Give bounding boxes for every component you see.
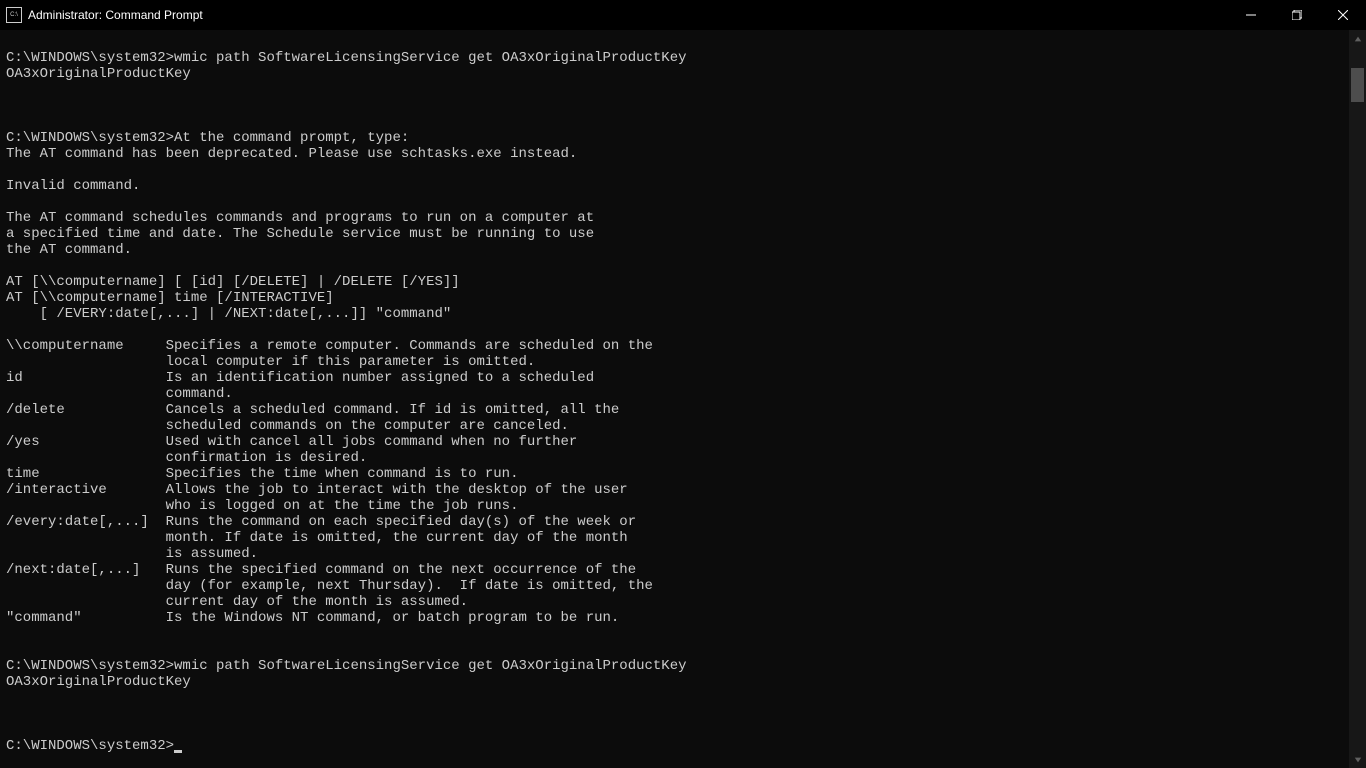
scroll-down-button[interactable] (1349, 751, 1366, 768)
restore-icon (1292, 10, 1302, 20)
terminal-output[interactable]: C:\WINDOWS\system32>wmic path SoftwareLi… (6, 34, 1360, 754)
minimize-icon (1246, 10, 1256, 20)
maximize-button[interactable] (1274, 0, 1320, 30)
scroll-thumb[interactable] (1351, 68, 1364, 102)
chevron-down-icon (1354, 756, 1362, 764)
text-cursor (174, 750, 182, 753)
chevron-up-icon (1354, 35, 1362, 43)
window-controls (1228, 0, 1366, 30)
cmd-icon (6, 7, 22, 23)
vertical-scrollbar[interactable] (1349, 30, 1366, 768)
scroll-up-button[interactable] (1349, 30, 1366, 47)
close-icon (1338, 10, 1348, 20)
window-title: Administrator: Command Prompt (28, 8, 203, 22)
minimize-button[interactable] (1228, 0, 1274, 30)
titlebar-left: Administrator: Command Prompt (6, 7, 203, 23)
close-button[interactable] (1320, 0, 1366, 30)
titlebar[interactable]: Administrator: Command Prompt (0, 0, 1366, 30)
terminal-client-area[interactable]: C:\WINDOWS\system32>wmic path SoftwareLi… (0, 30, 1366, 768)
